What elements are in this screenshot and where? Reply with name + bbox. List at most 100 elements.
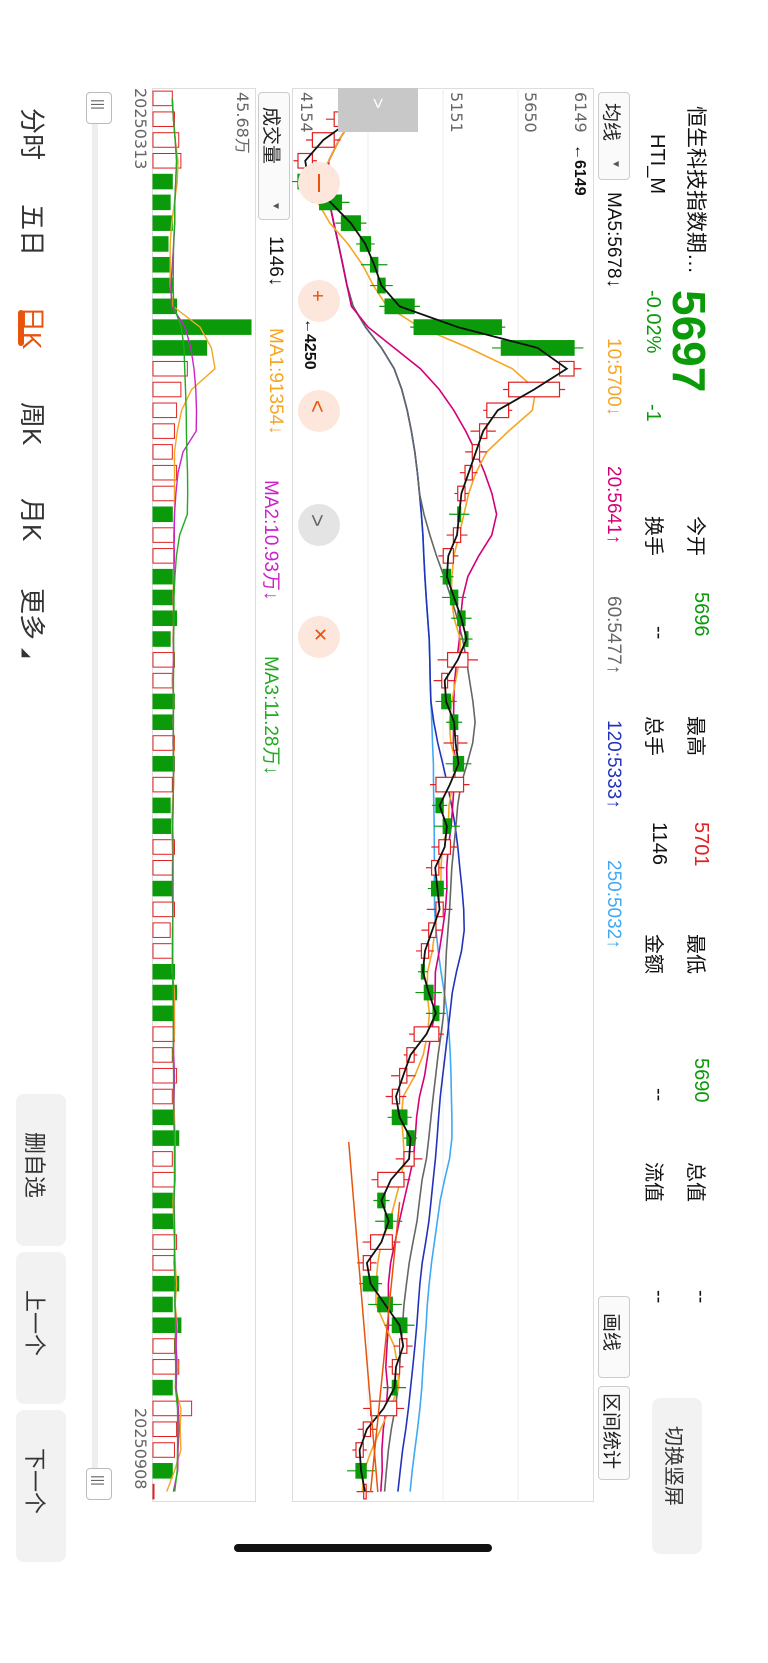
tab-weekly-k[interactable]: 周K — [15, 402, 52, 445]
volume-bar — [152, 1192, 173, 1209]
chevron-down-icon-2: ▼ — [270, 201, 281, 211]
date-end: 20250908 — [131, 1408, 150, 1490]
stat-label-open: 今开 — [684, 516, 706, 556]
volume-bar — [152, 1088, 173, 1105]
ma10-value: 10:5700↓ — [603, 338, 624, 417]
plus-icon: + — [306, 290, 328, 302]
volume-bar — [152, 839, 175, 855]
volume-bar — [152, 943, 173, 959]
scroll-left-button[interactable]: < — [298, 390, 340, 432]
volume-bar — [152, 1338, 175, 1354]
home-indicator — [234, 1544, 492, 1552]
volume-bar — [152, 1400, 193, 1417]
volume-bar — [152, 693, 175, 710]
volume-bar — [152, 464, 178, 481]
ma20-value: 20:5641↑ — [603, 466, 624, 545]
volume-bar — [152, 1255, 175, 1271]
volume-ma-line — [171, 98, 189, 1492]
stat-value-turnover: -- — [648, 626, 670, 640]
volume-bar — [152, 256, 171, 273]
volume-bar — [152, 1463, 173, 1479]
more-caret-icon: ◢ — [20, 648, 34, 658]
scrollbar-start-handle[interactable]: ||| — [86, 92, 112, 124]
tab-five-day[interactable]: 五日 — [15, 204, 52, 256]
ma5-value: MA5:5678↓ — [603, 192, 624, 289]
volume-bar — [152, 1213, 175, 1230]
zoom-in-button[interactable]: + — [298, 280, 340, 322]
volume-bar — [152, 756, 175, 772]
volume-bar — [152, 1234, 178, 1250]
axis-label-max: 6149 — [571, 92, 590, 133]
previous-button[interactable]: 上一个 — [16, 1252, 66, 1404]
volume-bar — [152, 173, 173, 190]
volume-bar — [152, 402, 178, 419]
volume-max-label: 45.68万 — [233, 92, 252, 154]
axis-label-3: 5151 — [447, 92, 466, 133]
stat-label-total-hands: 总手 — [642, 716, 664, 756]
scrollbar-track[interactable] — [92, 94, 98, 1494]
grip-icon-2: ||| — [91, 1475, 107, 1486]
reset-zoom-button[interactable]: ✕ — [298, 616, 340, 658]
volume-chart[interactable] — [152, 88, 256, 1502]
scrollbar-end-handle[interactable]: ||| — [86, 1468, 112, 1500]
range-stats-button[interactable]: 区间统计 — [598, 1386, 630, 1480]
volume-bar — [152, 797, 171, 814]
volume-bar — [152, 631, 171, 647]
next-button[interactable]: 下一个 — [16, 1410, 66, 1562]
volume-bar — [152, 1005, 173, 1022]
remove-watchlist-button[interactable]: 删自选 — [16, 1094, 66, 1246]
collapse-tab[interactable]: > — [338, 88, 418, 132]
volume-bar — [152, 360, 188, 377]
stat-value-amount: -- — [648, 1088, 670, 1102]
volume-bar — [152, 922, 171, 938]
volume-bar — [152, 776, 173, 793]
draw-line-label: 画线 — [600, 1313, 621, 1352]
volume-bar — [152, 1171, 175, 1188]
tab-more[interactable]: 更多 — [15, 588, 52, 640]
volume-bar — [152, 485, 175, 502]
ma-line-4 — [315, 97, 537, 1492]
stat-value-open: 5696 — [690, 592, 712, 637]
volume-bar — [152, 90, 173, 107]
tab-monthly-k[interactable]: 月K — [15, 498, 52, 541]
tab-intraday[interactable]: 分时 — [15, 108, 52, 160]
ma60-value: 60:5477↑ — [603, 596, 624, 675]
stat-label-high: 最高 — [684, 716, 706, 756]
volume-bar — [152, 672, 173, 689]
volume-bar — [152, 963, 175, 980]
volume-selector[interactable]: 成交量 ▼ — [258, 92, 290, 220]
scroll-right-button[interactable]: > — [298, 504, 340, 546]
stat-label-total-value: 总值 — [684, 1162, 706, 1202]
volume-bar — [152, 735, 175, 751]
draw-line-button[interactable]: 画线 — [598, 1296, 630, 1378]
volume-ma2: MA2:10.93万↓ — [260, 480, 281, 601]
volume-ma3: MA3:11.28万↓ — [260, 656, 281, 775]
volume-bar — [152, 1047, 173, 1063]
chevron-left-icon: < — [305, 400, 330, 413]
stat-label-turnover: 换手 — [642, 516, 664, 556]
volume-current: 1146↓ — [265, 236, 286, 287]
ma-selector[interactable]: 均线 ▼ — [598, 92, 630, 180]
stat-label-amount: 金额 — [642, 934, 664, 974]
chevron-right-icon: > — [305, 514, 330, 527]
volume-bar — [152, 1442, 175, 1458]
stat-value-high: 5701 — [690, 822, 712, 867]
volume-bar — [152, 860, 173, 876]
axis-label-min: 4154 — [297, 92, 316, 133]
ma250-value: 250:5032↑ — [603, 860, 624, 949]
remove-watchlist-label: 删自选 — [22, 1132, 47, 1199]
switch-portrait-button[interactable]: 切换竖屏 — [652, 1398, 702, 1554]
ma120-value: 120:5333↑ — [603, 720, 624, 809]
collapse-icon: > — [368, 98, 388, 109]
volume-bar — [152, 901, 175, 918]
volume-bar — [152, 527, 175, 543]
volume-bar — [152, 1109, 175, 1126]
volume-bar — [152, 589, 173, 606]
active-tab-indicator — [18, 310, 24, 346]
volume-bar — [152, 818, 173, 834]
last-price: 5697 — [663, 290, 715, 393]
volume-bar — [152, 1296, 173, 1313]
next-label: 下一个 — [22, 1448, 47, 1515]
previous-label: 上一个 — [22, 1290, 47, 1357]
zoom-out-button[interactable] — [298, 162, 340, 204]
